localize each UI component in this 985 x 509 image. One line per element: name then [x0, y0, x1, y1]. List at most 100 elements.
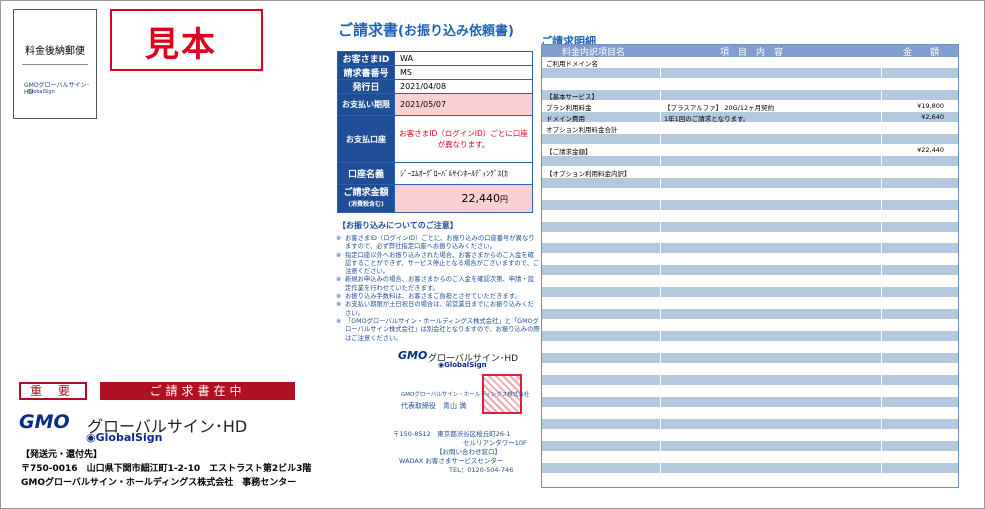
table-row [542, 233, 958, 244]
row-cell-c3: ¥2,640 [921, 112, 944, 121]
info-row: お支払口座 お客さまID（ログインID）ごとに口座が異なります。 [337, 115, 533, 163]
info-label: 請求書番号 [337, 65, 395, 80]
table-row [542, 331, 958, 343]
table-row [542, 440, 958, 452]
info-label: お支払口座 [337, 115, 395, 163]
info-label: 口座名義 [337, 162, 395, 185]
invoice-info-table: お客さまID WA 請求書番号 MS 発行日 2021/04/08 お支払い期限… [337, 51, 533, 213]
row-cell-c3: ¥22,440 [917, 145, 944, 154]
invoice-enclosed-banner: ご請求書在中 [100, 382, 295, 400]
table-row [542, 177, 958, 189]
row-cell-c3: ¥19,800 [917, 101, 944, 110]
table-row: 【ご請求金額】 ¥22,440 [542, 145, 958, 156]
info-label: 発行日 [337, 79, 395, 94]
table-row: ご利用ドメイン名 [542, 57, 958, 68]
note-item: 新規お申込みの場合、お客さまからのご入金を確認次第、申請・設定作業を行わせていた… [336, 276, 540, 293]
table-row [542, 276, 958, 288]
invoice-title: ご請求書(お振り込み依頼書) [338, 19, 514, 40]
table-row [542, 397, 958, 408]
issue-date-value: 2021/04/08 [394, 79, 533, 94]
info-row: 請求書番号 MS [337, 65, 533, 80]
note-item: お支払い期限が土日祝日の場合は、前営業日までにお振り込みください。 [336, 301, 540, 318]
table-row [542, 309, 958, 321]
table-row [542, 386, 958, 398]
table-row [542, 265, 958, 277]
postage-logo-sub: GlobalSign [28, 89, 55, 95]
table-row [542, 408, 958, 419]
postage-stamp-box: 料金後納郵便 GMOグローバルサイン･HD GlobalSign [13, 9, 97, 119]
table-row [542, 133, 958, 145]
notes-list: お客さまID（ログインID）ごとに、お振り込みの口座番号が異なりますので、必ず弊… [336, 235, 540, 343]
table-row [542, 189, 958, 200]
amount-label: ご請求金額 [343, 187, 389, 198]
globalsign-logo: ◉GlobalSign [86, 431, 163, 444]
table-row [542, 67, 958, 79]
table-row [542, 287, 958, 299]
table-row: オプション利用料金合計 [542, 123, 958, 134]
sender-logo: GMO [19, 411, 70, 433]
table-row [542, 462, 958, 474]
table-row [542, 364, 958, 376]
table-row [542, 474, 958, 485]
info-row: お客さまID WA [337, 51, 533, 66]
note-item: 指定口座以外へお振り込みされた場合、お客さまからのご入金を確認することができず、… [336, 252, 540, 277]
issuer-company: GMOグローバルサイン・ホールディングス株式会社 [401, 392, 530, 398]
table-row [542, 155, 958, 167]
table-row [542, 211, 958, 222]
row-cell-c1: 【基本サービス】 [546, 92, 598, 101]
table-row: 【基本サービス】 [542, 89, 958, 101]
payment-account-note: お客さまID（ログインID）ごとに口座が異なります。 [394, 115, 533, 163]
row-cell-c1: 【ご請求金額】 [546, 147, 592, 156]
detail-header: 料金内訳項目名 項 目 内 容 金 額 [542, 45, 958, 58]
invoice-title-paren: (お振り込み依頼書) [398, 24, 514, 39]
row-cell-c1: ご利用ドメイン名 [546, 60, 598, 68]
divider [22, 64, 88, 65]
table-row: ドメイン費用 1年1回のご請求となります。 ¥2,640 [542, 111, 958, 123]
row-cell-c1: 【オプション利用料金内訳】 [546, 169, 631, 178]
amount-unit: 円 [500, 195, 508, 204]
table-row [542, 298, 958, 310]
table-row [542, 254, 958, 266]
info-row: ご請求金額 (消費税含む) 22,440円 [337, 184, 533, 213]
info-label: ご請求金額 (消費税含む) [337, 184, 395, 213]
sender-address: 〒750-0016 山口県下関市細江町1-2-10 エストラスト第2ビル3階 [21, 464, 312, 474]
sender-company: GMOグローバルサイン・ホールディングス株式会社 事務センター [21, 478, 297, 488]
table-row [542, 199, 958, 211]
note-item: 「GMOグローバルサイン・ホールディングス株式会社」と「GMOグローバルサイン株… [336, 318, 540, 343]
due-date-value: 2021/05/07 [394, 93, 533, 116]
info-label: お客さまID [337, 51, 395, 66]
issuer-globalsign-logo: ◉GlobalSign [438, 361, 487, 369]
table-row [542, 79, 958, 90]
postage-text: 料金後納郵便 [25, 46, 85, 57]
col-divider [660, 57, 661, 487]
table-row [542, 452, 958, 463]
info-label: お支払い期限 [337, 93, 395, 116]
table-row [542, 342, 958, 354]
issuer-logo: GMO [398, 349, 428, 362]
table-row [542, 221, 958, 233]
issuer-representative: 代表取締役 青山 満 [401, 402, 467, 410]
info-row: 口座名義 ｼﾞｰｴﾑｵｰｸﾞﾛｰﾊﾞﾙｻｲﾝﾎｰﾙﾃﾞｨﾝｸﾞｽ(ｶ [337, 162, 533, 185]
service-tel: TEL：0120-504-746 [449, 466, 514, 474]
amount-value: 22,440 [461, 192, 501, 205]
detail-rows: ご利用ドメイン名 【基本サービス】 プラン利用料金 【プラスアルファ】 20G/12ヶ… [542, 57, 958, 485]
row-cell-c1: ドメイン費用 [546, 114, 585, 123]
account-holder-value: ｼﾞｰｴﾑｵｰｸﾞﾛｰﾊﾞﾙｻｲﾝﾎｰﾙﾃﾞｨﾝｸﾞｽ(ｶ [394, 162, 533, 185]
table-row [542, 353, 958, 365]
table-row [542, 320, 958, 332]
table-row [542, 430, 958, 441]
info-row: お支払い期限 2021/05/07 [337, 93, 533, 116]
invoice-number-value: MS [394, 65, 533, 80]
table-row [542, 243, 958, 255]
table-row: 【オプション利用料金内訳】 [542, 167, 958, 178]
invoice-title-main: ご請求書 [338, 21, 399, 39]
detail-table: 料金内訳項目名 項 目 内 容 金 額 ご利用ドメイン名 【基本サービス】 プラン利… [541, 44, 959, 488]
row-cell-c2: 1年1回のご請求となります。 [664, 114, 750, 123]
col-divider [881, 57, 882, 487]
note-item: お客さまID（ログインID）ごとに、お振り込みの口座番号が異なりますので、必ず弊… [336, 235, 540, 252]
sample-label: 見本 [110, 9, 263, 71]
table-row: プラン利用料金 【プラスアルファ】 20G/12ヶ月契約 ¥19,800 [542, 101, 958, 112]
info-row: 発行日 2021/04/08 [337, 79, 533, 94]
amount-cell: 22,440円 [394, 184, 533, 213]
notes-title: 【お振り込みについてのご注意】 [338, 221, 458, 230]
